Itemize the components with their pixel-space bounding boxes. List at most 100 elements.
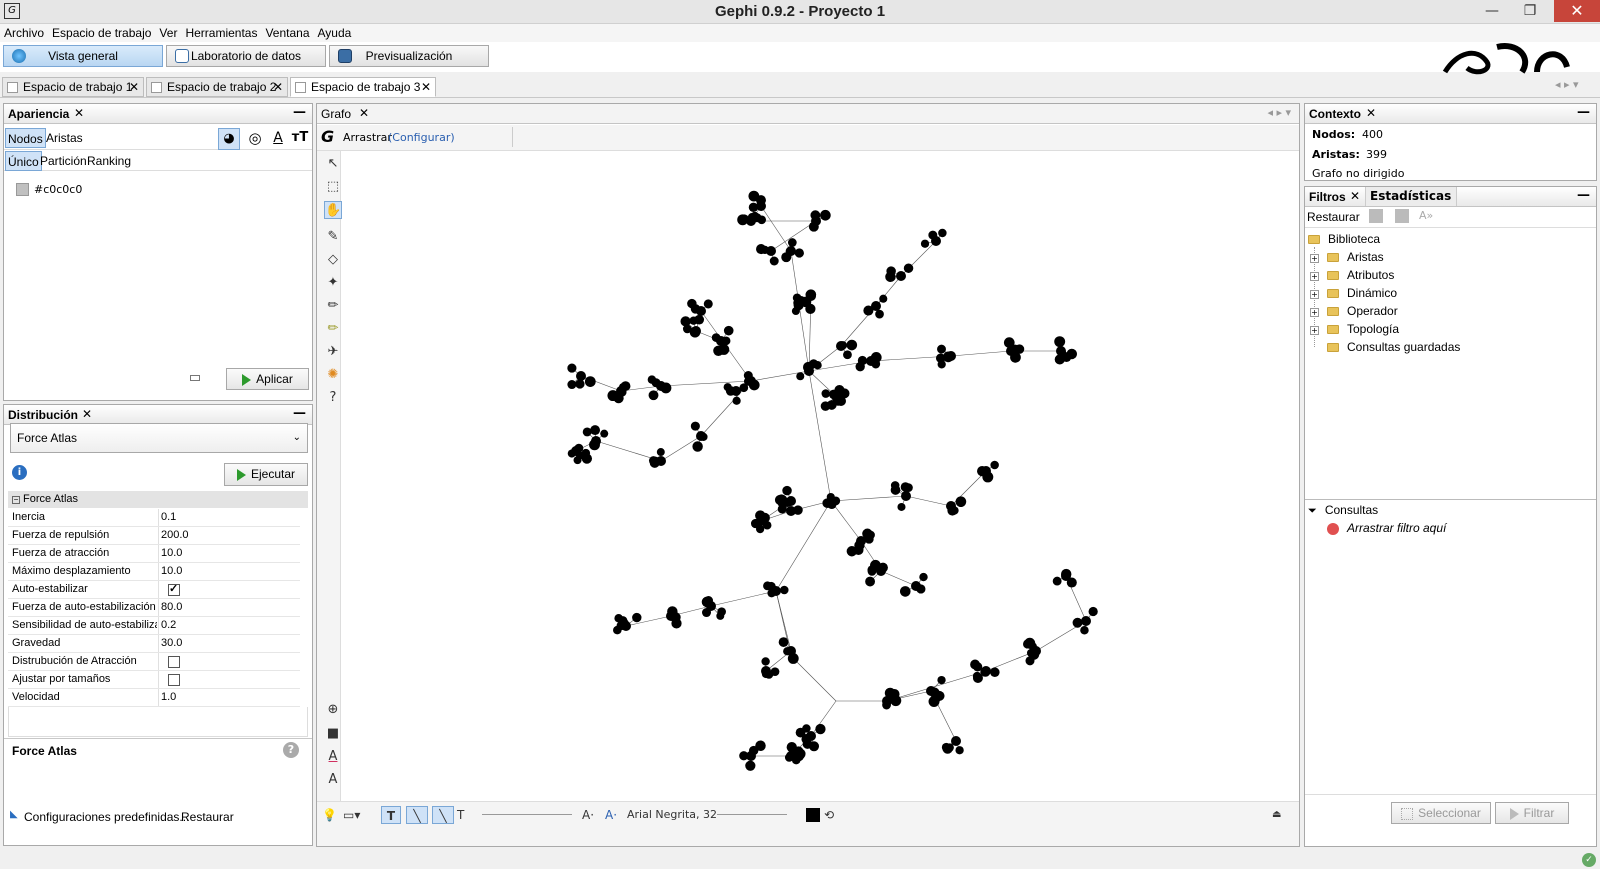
graph-node[interactable] bbox=[826, 496, 836, 506]
graph-node[interactable] bbox=[763, 581, 772, 591]
graph-node[interactable] bbox=[786, 506, 796, 516]
expand-icon[interactable]: + bbox=[1310, 254, 1319, 263]
graph-node[interactable] bbox=[871, 301, 881, 311]
expand-icon[interactable]: + bbox=[1310, 326, 1319, 335]
show-edges-icon[interactable]: ╲ bbox=[406, 806, 428, 824]
graph-node[interactable] bbox=[771, 586, 781, 596]
graph-node[interactable] bbox=[899, 586, 911, 597]
close-tab-icon[interactable]: ✕ bbox=[421, 78, 431, 96]
lightbulb-icon[interactable]: 💡 bbox=[322, 806, 337, 824]
filter-export-icon[interactable] bbox=[1395, 209, 1409, 223]
status-icon[interactable]: ✓ bbox=[1582, 853, 1596, 867]
graph-node[interactable] bbox=[865, 576, 876, 587]
graph-node[interactable] bbox=[613, 625, 622, 635]
close-panel-icon[interactable]: ✕ bbox=[1366, 106, 1376, 120]
graph-node[interactable] bbox=[774, 494, 786, 505]
graph-node[interactable] bbox=[717, 607, 726, 617]
maximize-button[interactable]: ❐ bbox=[1514, 0, 1546, 22]
tab-particion[interactable]: Partición bbox=[38, 151, 89, 171]
graph-node[interactable] bbox=[787, 238, 797, 247]
graph-node[interactable] bbox=[846, 339, 858, 351]
airplane-icon[interactable]: ✈ bbox=[324, 343, 342, 361]
tab-estadisticas[interactable]: Estadísticas bbox=[1365, 187, 1457, 206]
graph-node[interactable] bbox=[786, 742, 797, 753]
graph-node[interactable] bbox=[900, 482, 911, 492]
font-label[interactable]: Arial Negrita, 32 bbox=[627, 806, 717, 824]
painter-icon[interactable]: ✦ bbox=[324, 274, 342, 292]
graph-node[interactable] bbox=[786, 496, 796, 506]
graph-node[interactable] bbox=[831, 391, 841, 401]
graph-node[interactable] bbox=[786, 751, 796, 761]
graph-node[interactable] bbox=[955, 746, 964, 755]
graph-node[interactable] bbox=[703, 299, 713, 309]
graph-node[interactable] bbox=[567, 380, 577, 390]
graph-node[interactable] bbox=[680, 316, 691, 327]
prop-distribucion-atraccion[interactable]: Distrubución de Atracción bbox=[8, 653, 300, 671]
graph-node[interactable] bbox=[706, 601, 716, 611]
graph-node[interactable] bbox=[690, 421, 700, 431]
prop-value[interactable]: 1.0 bbox=[161, 691, 176, 703]
graph-node[interactable] bbox=[716, 336, 726, 346]
graph-node[interactable] bbox=[1054, 336, 1066, 348]
graph-node[interactable] bbox=[746, 751, 756, 761]
attraction-distribution-checkbox[interactable] bbox=[168, 656, 180, 668]
font-color-icon[interactable]: A· bbox=[605, 806, 617, 824]
workspace-tab-1[interactable]: Espacio de trabajo 1 ✕ bbox=[2, 77, 144, 97]
graph-node[interactable] bbox=[778, 637, 789, 647]
expand-icon[interactable]: ⏏ bbox=[1272, 806, 1281, 824]
edge-color-icon[interactable]: ╲ bbox=[432, 806, 454, 824]
prop-fuerza-repulsion[interactable]: Fuerza de repulsión 200.0 bbox=[8, 527, 300, 545]
graph-node[interactable] bbox=[795, 748, 806, 760]
info-icon[interactable]: i bbox=[12, 465, 27, 480]
graph-node[interactable] bbox=[571, 446, 581, 456]
edge-pencil-icon[interactable]: ✏ bbox=[324, 320, 342, 338]
background-color-icon[interactable]: ■ bbox=[324, 725, 342, 743]
prop-gravedad[interactable]: Gravedad 30.0 bbox=[8, 635, 300, 653]
drop-filter-hint[interactable]: Arrastrar filtro aquí bbox=[1327, 521, 1446, 535]
graph-node[interactable] bbox=[815, 723, 826, 735]
drag-hand-icon[interactable]: ✋ bbox=[324, 201, 342, 219]
run-button[interactable]: Ejecutar bbox=[224, 463, 308, 486]
graph-node[interactable] bbox=[866, 356, 876, 366]
filter-category-dinamico[interactable]: Dinámico bbox=[1327, 286, 1397, 300]
prop-value[interactable]: 0.1 bbox=[161, 511, 176, 523]
graph-node[interactable] bbox=[946, 501, 956, 511]
graph-node[interactable] bbox=[1006, 346, 1016, 356]
prop-inercia[interactable]: Inercia 0.1 bbox=[8, 509, 300, 527]
menu-archivo[interactable]: Archivo bbox=[0, 24, 48, 42]
graph-node[interactable] bbox=[769, 256, 779, 266]
minimize-button[interactable]: — bbox=[1476, 0, 1508, 22]
close-panel-icon[interactable]: ✕ bbox=[74, 106, 84, 120]
close-tab-icon[interactable]: ✕ bbox=[129, 78, 139, 96]
heat-icon[interactable]: ✺ bbox=[324, 366, 342, 384]
filter-autorefresh-icon[interactable]: A» bbox=[1419, 209, 1433, 222]
graph-node[interactable] bbox=[876, 566, 886, 576]
graph-node[interactable] bbox=[786, 646, 796, 656]
property-section-header[interactable]: − Force Atlas bbox=[8, 491, 308, 508]
collapse-icon[interactable]: − bbox=[12, 496, 20, 504]
graph-node[interactable] bbox=[937, 675, 946, 685]
apply-button[interactable]: Aplicar bbox=[226, 368, 309, 390]
prop-value[interactable]: 0.2 bbox=[161, 619, 176, 631]
graph-node[interactable] bbox=[777, 504, 787, 514]
graph-node[interactable] bbox=[796, 296, 806, 306]
select-button[interactable]: Seleccionar bbox=[1391, 802, 1491, 824]
graph-node[interactable] bbox=[796, 372, 805, 381]
label-color-icon[interactable]: A bbox=[324, 748, 342, 766]
graph-node[interactable] bbox=[696, 431, 706, 441]
library-folder[interactable]: Biblioteca bbox=[1308, 232, 1380, 246]
reset-link[interactable]: Restaurar bbox=[181, 810, 234, 824]
chain-icon[interactable] bbox=[190, 375, 200, 381]
graph-node[interactable] bbox=[955, 496, 967, 508]
graph-node[interactable] bbox=[901, 491, 911, 501]
expand-icon[interactable]: + bbox=[1310, 272, 1319, 281]
graph-node[interactable] bbox=[782, 485, 792, 496]
filter-category-consultas-guardadas[interactable]: Consultas guardadas bbox=[1327, 340, 1460, 354]
workspace-tab-3[interactable]: Espacio de trabajo 3 ✕ bbox=[290, 77, 436, 97]
graph-node[interactable] bbox=[843, 350, 852, 360]
graph-node[interactable] bbox=[682, 324, 692, 334]
graph-node[interactable] bbox=[911, 581, 921, 591]
graph-node[interactable] bbox=[1061, 571, 1071, 581]
graph-node[interactable] bbox=[855, 361, 865, 372]
graph-node[interactable] bbox=[920, 239, 930, 248]
